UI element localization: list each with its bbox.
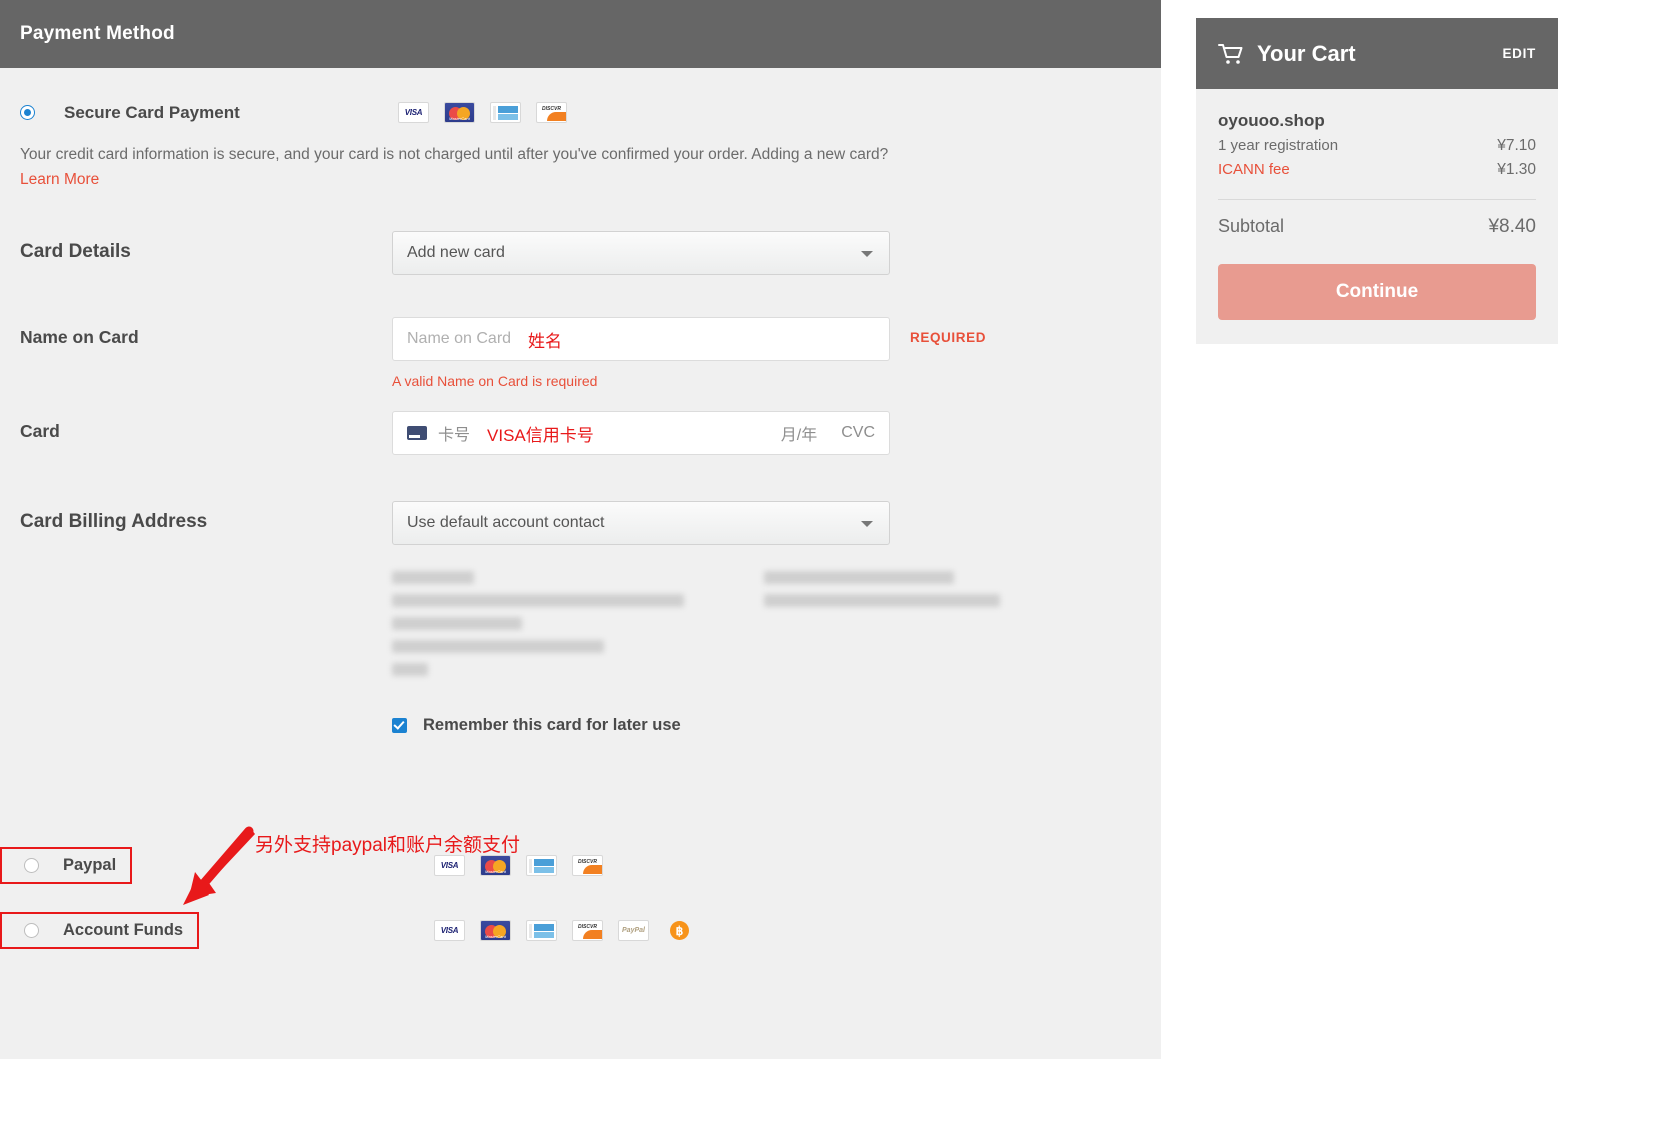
mastercard-icon: MasterCard — [480, 920, 511, 942]
radio-secure-card-payment[interactable] — [20, 105, 35, 120]
payment-method-panel: Payment Method Secure Card Payment VISA … — [0, 0, 1161, 1059]
card-number-annotation: VISA信用卡号 — [487, 425, 594, 445]
name-on-card-label: Name on Card — [20, 327, 139, 348]
cart-body: oyouoo.shop 1 year registration ¥7.10 IC… — [1196, 89, 1558, 344]
page-title: Payment Method — [20, 23, 175, 44]
discover-icon: DISCVR — [572, 855, 603, 877]
cart-divider — [1218, 199, 1536, 200]
account-funds-option-row[interactable]: Account Funds VISA MasterCard DISCVR Pay… — [0, 912, 1141, 950]
billing-address-label: Card Billing Address — [20, 511, 208, 533]
amex-icon — [526, 920, 557, 942]
continue-button[interactable]: Continue — [1218, 264, 1536, 320]
mastercard-icon: MasterCard — [480, 855, 511, 877]
card-details-select[interactable]: Add new card — [392, 231, 890, 276]
remember-card-checkbox[interactable] — [392, 718, 407, 734]
account-funds-option-label: Account Funds — [63, 921, 184, 940]
name-on-card-input[interactable]: Name on Card 姓名 — [392, 317, 890, 362]
card-details-row: Card Details Add new card — [20, 231, 1141, 276]
paypal-option-row[interactable]: Paypal VISA MasterCard DISCVR — [0, 847, 1141, 885]
cart-line-registration: 1 year registration ¥7.10 — [1218, 137, 1536, 155]
paypal-accepted-cards: VISA MasterCard DISCVR — [434, 855, 603, 877]
accepted-cards-top: VISA MasterCard DISCVR — [398, 102, 567, 123]
learn-more-link[interactable]: Learn More — [20, 171, 1141, 189]
cart-subtotal-row: Subtotal ¥8.40 — [1218, 216, 1536, 238]
remember-card-row[interactable]: Remember this card for later use — [20, 716, 1141, 735]
name-on-card-placeholder: Name on Card — [407, 330, 512, 348]
bitcoin-icon: ฿ — [664, 920, 695, 941]
card-cvc-placeholder[interactable]: CVC — [841, 424, 875, 442]
discover-icon: DISCVR — [536, 102, 567, 123]
shopping-cart-icon — [1218, 43, 1243, 64]
cart-registration-label: 1 year registration — [1218, 137, 1339, 154]
secure-card-payment-label: Secure Card Payment — [64, 102, 240, 122]
panel-body: Secure Card Payment VISA MasterCard DISC… — [0, 102, 1161, 950]
cart-edit-button[interactable]: EDIT — [1502, 46, 1536, 61]
paypal-option-label: Paypal — [63, 856, 117, 875]
card-number-input[interactable]: 卡号 VISA信用卡号 月/年 CVC — [392, 411, 890, 456]
visa-icon: VISA — [434, 855, 465, 877]
secure-card-payment-option[interactable]: Secure Card Payment VISA MasterCard DISC… — [20, 102, 1141, 123]
visa-icon: VISA — [398, 102, 429, 123]
card-label: Card — [20, 421, 60, 442]
name-on-card-row: Name on Card Name on Card 姓名 A valid Nam… — [20, 317, 1141, 389]
chevron-down-icon — [861, 521, 873, 528]
card-details-label: Card Details — [20, 241, 131, 263]
cart-subtotal-label: Subtotal — [1218, 216, 1285, 236]
cart-icann-price: ¥1.30 — [1497, 161, 1536, 178]
amex-icon — [490, 102, 521, 123]
card-number-placeholder: 卡号 — [438, 427, 471, 445]
card-details-select-value: Add new card — [407, 244, 505, 262]
panel-header: Payment Method — [0, 0, 1161, 68]
credit-card-icon — [407, 426, 427, 441]
billing-address-select-value: Use default account contact — [407, 514, 605, 532]
name-on-card-required-badge: REQUIRED — [910, 330, 987, 346]
paypal-option-box[interactable]: Paypal — [0, 847, 133, 885]
cart-subtotal-price: ¥8.40 — [1488, 216, 1536, 237]
cart-title: Your Cart — [1257, 40, 1356, 66]
secure-payment-description: Your credit card information is secure, … — [20, 146, 889, 163]
mastercard-icon: MasterCard — [444, 102, 475, 123]
cart-panel: Your Cart EDIT oyouoo.shop 1 year regist… — [1196, 18, 1558, 344]
amex-icon — [526, 855, 557, 877]
paypal-icon: PayPal — [618, 920, 649, 942]
billing-address-preview-redacted — [20, 571, 1141, 677]
card-number-row: Card 卡号 VISA信用卡号 月/年 CVC — [20, 411, 1141, 456]
account-funds-option-box[interactable]: Account Funds — [0, 912, 200, 950]
visa-icon: VISA — [434, 920, 465, 942]
cart-icann-label: ICANN fee — [1218, 161, 1290, 178]
account-funds-accepted-cards: VISA MasterCard DISCVR PayPal ฿ — [434, 920, 695, 942]
billing-address-select[interactable]: Use default account contact — [392, 501, 890, 546]
discover-icon: DISCVR — [572, 920, 603, 942]
radio-account-funds[interactable] — [24, 923, 39, 939]
name-on-card-annotation: 姓名 — [528, 331, 563, 351]
cart-domain-name: oyouoo.shop — [1218, 111, 1325, 130]
radio-paypal[interactable] — [24, 858, 39, 874]
billing-address-row: Card Billing Address Use default account… — [20, 501, 1141, 546]
remember-card-label: Remember this card for later use — [423, 716, 681, 735]
chevron-down-icon — [861, 251, 873, 258]
cart-registration-price: ¥7.10 — [1497, 137, 1536, 154]
cart-line-icann: ICANN fee ¥1.30 — [1218, 161, 1536, 179]
name-on-card-error: A valid Name on Card is required — [392, 373, 598, 390]
cart-header: Your Cart EDIT — [1196, 18, 1558, 89]
card-expiry-placeholder[interactable]: 月/年 — [781, 421, 817, 445]
